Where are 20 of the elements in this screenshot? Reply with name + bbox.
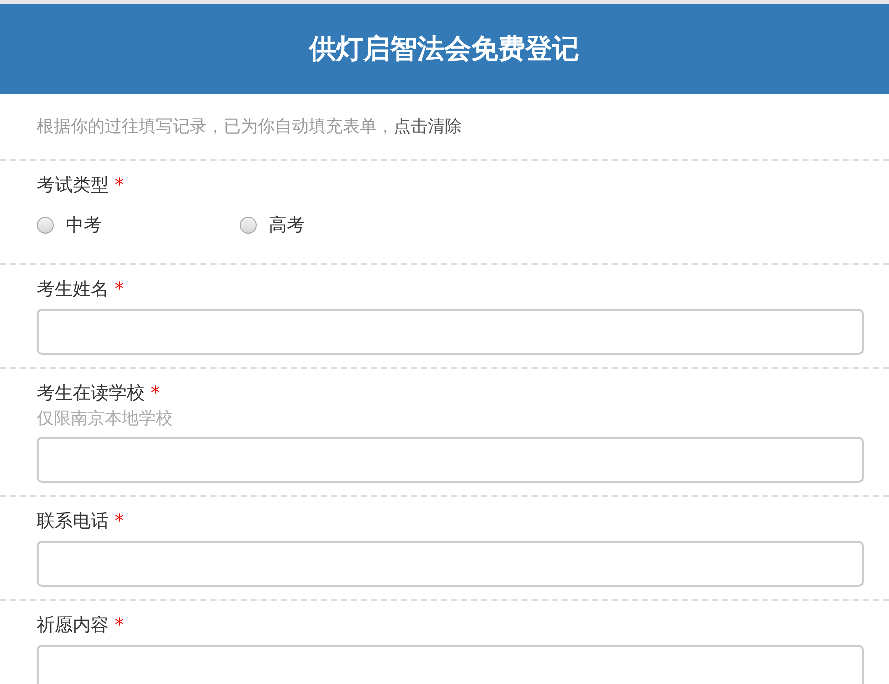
input-field[interactable] (37, 309, 864, 355)
field-label: 祈愿内容 (37, 614, 109, 637)
field-hint: 仅限南京本地学校 (37, 408, 174, 431)
radio-option[interactable]: 高考 (240, 213, 443, 237)
required-mark: * (151, 382, 160, 404)
field-label: 考生姓名 (37, 278, 109, 301)
required-mark: * (115, 278, 124, 300)
input-field[interactable] (37, 437, 864, 483)
required-mark: * (115, 614, 124, 636)
clear-link[interactable]: 点击清除 (394, 115, 462, 138)
required-mark: * (115, 510, 124, 532)
autofill-notice: 根据你的过往填写记录，已为你自动填充表单， (37, 116, 394, 138)
field-label: 考试类型 (37, 174, 109, 197)
field-label: 考生在读学校 (37, 382, 145, 405)
required-mark: * (115, 174, 124, 196)
input-field[interactable] (37, 541, 864, 587)
page-title: 供灯启智法会免费登记 (310, 33, 580, 67)
field-label: 联系电话 (37, 510, 109, 533)
input-field[interactable] (37, 645, 864, 684)
radio-option[interactable]: 中考 (37, 213, 240, 237)
